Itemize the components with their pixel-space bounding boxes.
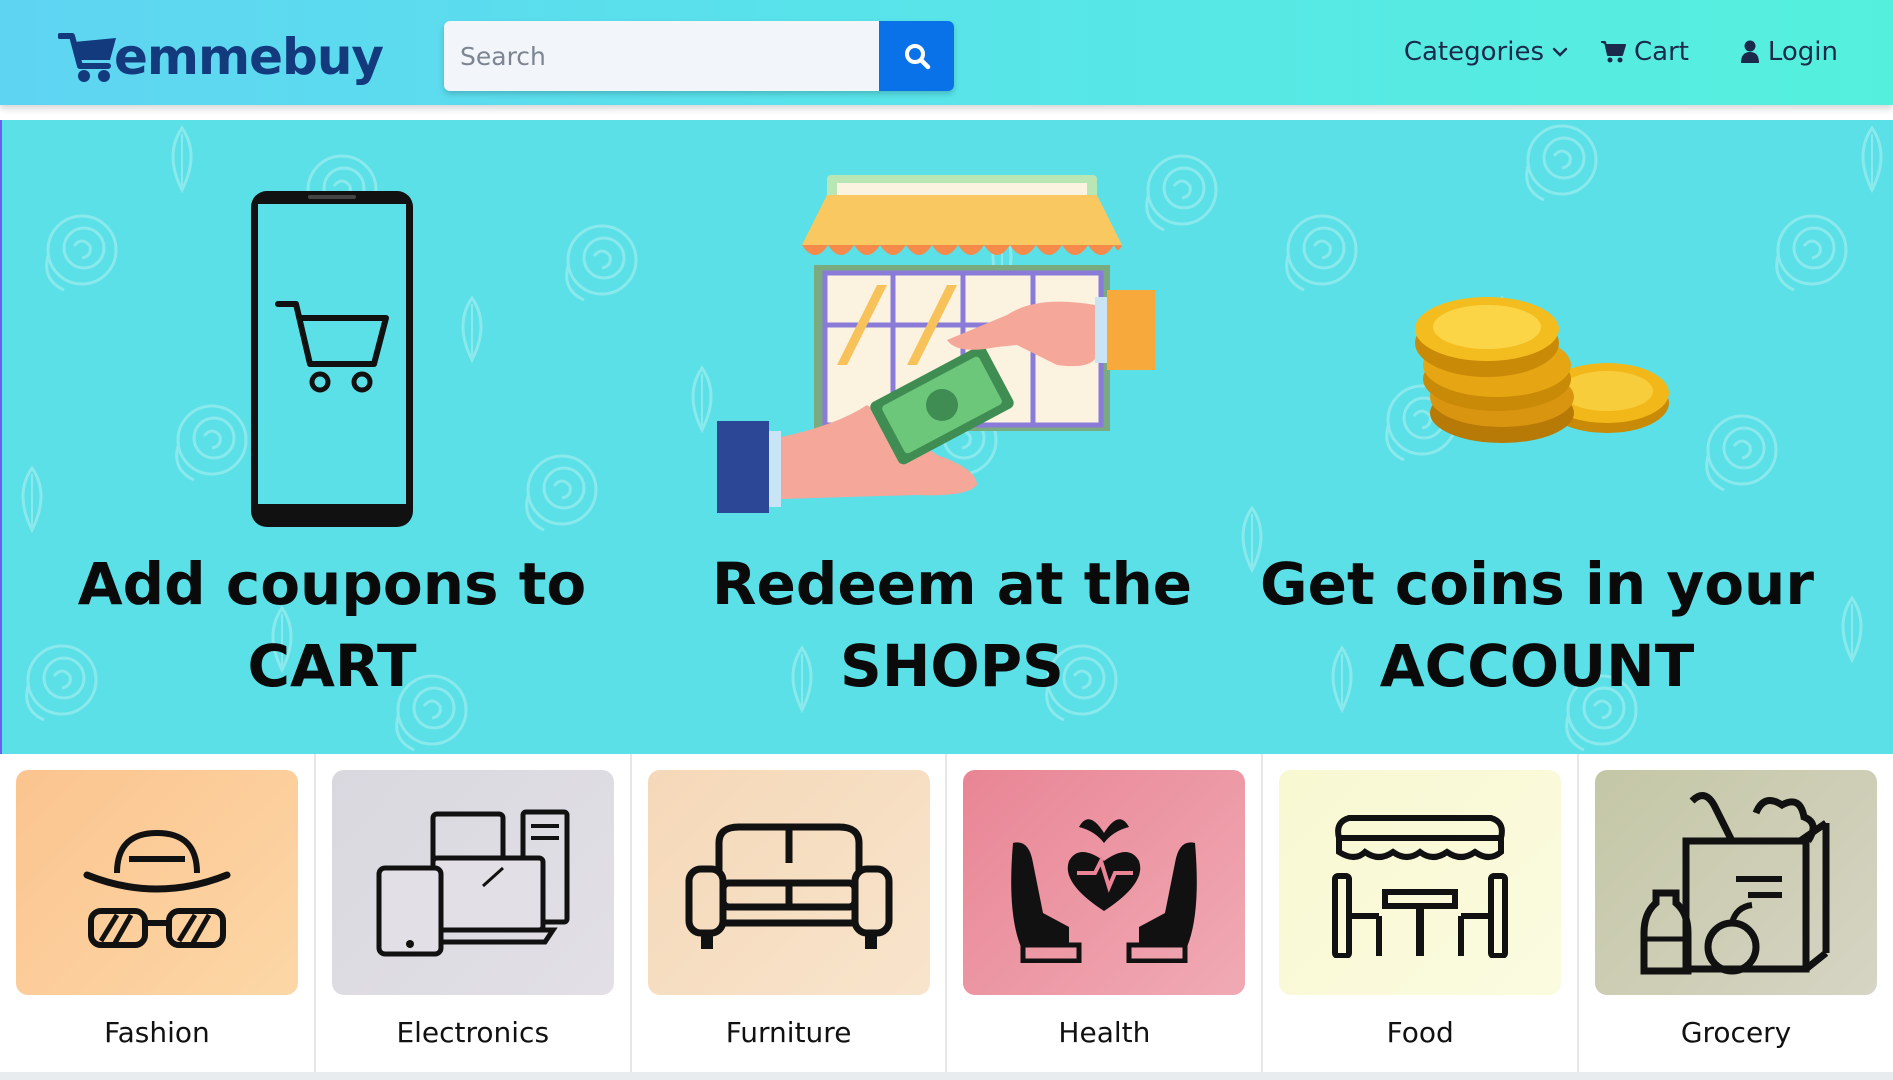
grocery-bag-icon (1640, 791, 1830, 974)
category-image-health (963, 770, 1246, 995)
nav-login[interactable]: Login (1740, 28, 1838, 76)
sofa-icon (685, 823, 893, 949)
hero-step-shop-line2: SHOPS (840, 632, 1064, 700)
cart-icon (1601, 41, 1627, 63)
hero-step-coins-line1: Get coins in your (1260, 550, 1814, 618)
hero-step-coins-text: Get coins in your ACCOUNT (1227, 543, 1847, 707)
category-image-fashion (16, 770, 298, 995)
cafe-table-icon (1332, 814, 1509, 958)
hero-step-cart: Add coupons to CART (2, 120, 662, 754)
search-button[interactable] (879, 21, 954, 91)
hero-banner: Add coupons to CART Redeem at the SHOPS … (0, 120, 1893, 754)
category-card-fashion[interactable]: Fashion (0, 754, 316, 1072)
category-label-grocery: Grocery (1680, 1016, 1792, 1049)
category-image-electronics (331, 770, 614, 995)
phone-cart-icon (251, 191, 413, 527)
cart-logo-icon (58, 33, 116, 82)
search-input[interactable] (444, 21, 879, 91)
category-label-food: Food (1386, 1016, 1454, 1049)
category-image-grocery (1595, 770, 1878, 995)
hat-glasses-icon (83, 829, 231, 948)
brand-name: emmebuy (114, 28, 384, 86)
hero-step-coins: Get coins in your ACCOUNT (1227, 120, 1847, 754)
brand-logo[interactable]: emmebuy (58, 26, 384, 88)
category-label-electronics: Electronics (396, 1016, 550, 1049)
hero-step-cart-text: Add coupons to CART (22, 543, 642, 707)
shop-payment-icon (717, 175, 1155, 513)
page-bottom-divider (0, 1072, 1893, 1080)
category-card-grocery[interactable]: Grocery (1579, 754, 1893, 1072)
hero-step-shop-line1: Redeem at the (711, 550, 1193, 618)
category-label-fashion: Fashion (104, 1016, 210, 1049)
top-navbar: emmebuy Categories Cart (0, 0, 1893, 105)
category-grid: Fashion Electronics Furniture Health Foo… (0, 754, 1893, 1072)
nav-login-label: Login (1767, 37, 1838, 67)
category-label-furniture: Furniture (725, 1016, 852, 1049)
nav-categories[interactable]: Categories (1404, 28, 1568, 76)
category-card-furniture[interactable]: Furniture (632, 754, 948, 1072)
devices-icon (376, 809, 570, 956)
category-card-health[interactable]: Health (947, 754, 1264, 1072)
gold-coins-icon (1415, 297, 1669, 443)
category-image-food (1279, 770, 1562, 995)
category-card-electronics[interactable]: Electronics (316, 754, 632, 1072)
nav-cart[interactable]: Cart (1600, 28, 1689, 76)
user-icon (1740, 40, 1759, 63)
search-icon (904, 44, 930, 70)
chevron-down-icon (1552, 47, 1568, 57)
hero-step-cart-line1: Add coupons to (77, 550, 587, 618)
nav-categories-label: Categories (1403, 37, 1544, 67)
nav-cart-label: Cart (1634, 37, 1689, 67)
category-card-food[interactable]: Food (1263, 754, 1580, 1072)
category-label-health: Health (1058, 1016, 1151, 1049)
hero-step-cart-line2: CART (247, 632, 417, 700)
hero-step-coins-line2: ACCOUNT (1379, 632, 1695, 700)
heart-hands-icon (1011, 818, 1198, 963)
hero-step-shop: Redeem at the SHOPS (642, 120, 1262, 754)
category-image-furniture (647, 770, 930, 995)
search-bar (444, 21, 954, 91)
hero-step-shop-text: Redeem at the SHOPS (642, 543, 1262, 707)
